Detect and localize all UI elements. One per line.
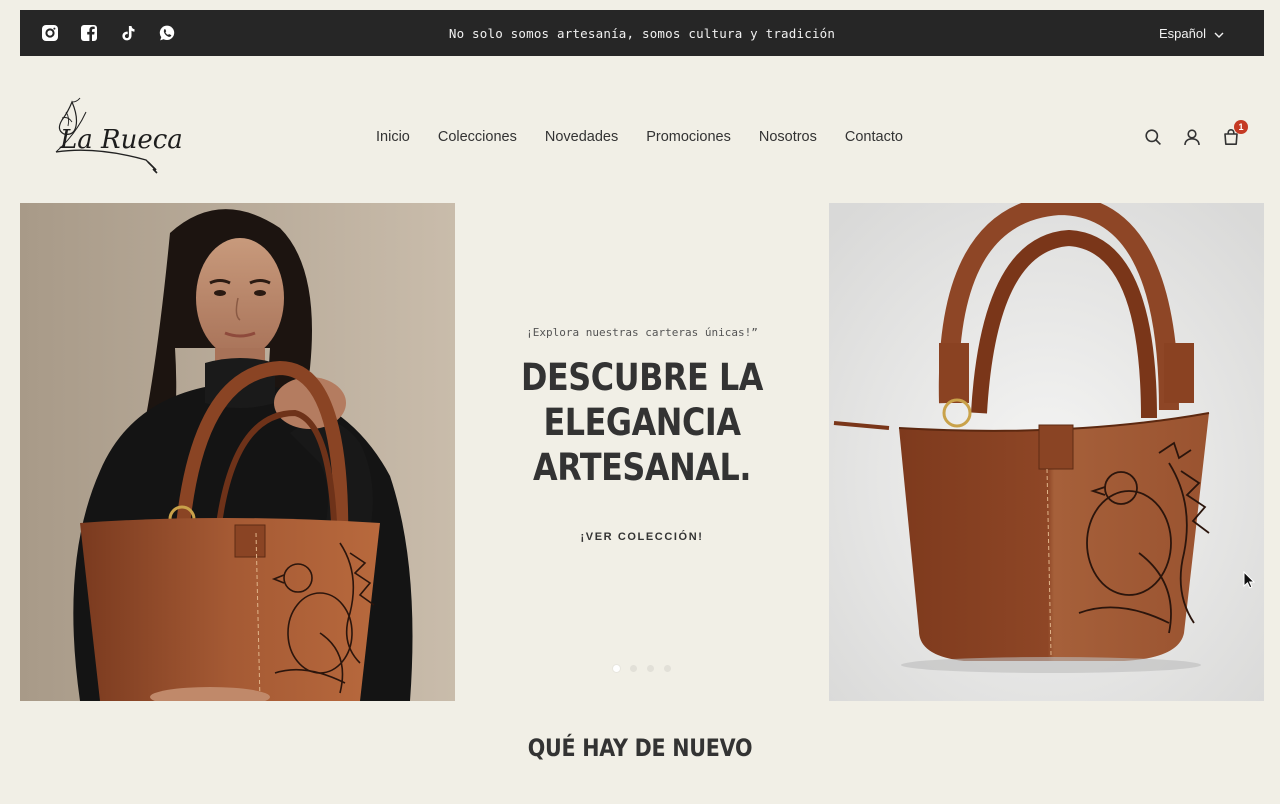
whatsapp-icon[interactable] — [157, 23, 177, 43]
search-icon[interactable] — [1143, 128, 1162, 147]
main-nav: Inicio Colecciones Novedades Promociones… — [376, 124, 903, 150]
hero-image-bag — [829, 203, 1264, 701]
tiktok-icon[interactable] — [118, 23, 138, 43]
header-actions: 1 — [1143, 119, 1248, 150]
hero-banner: ¡Explora nuestras carteras únicas!” DESC… — [455, 203, 829, 701]
view-collection-button[interactable]: ¡VER COLECCIÓN! — [455, 531, 829, 543]
hero-eyebrow: ¡Explora nuestras carteras únicas!” — [526, 326, 758, 339]
mouse-cursor-icon — [1243, 570, 1256, 594]
nav-item-colecciones[interactable]: Colecciones — [438, 129, 517, 145]
cart-icon[interactable]: 1 — [1221, 119, 1248, 147]
section-title-new: QUÉ HAY DE NUEVO — [527, 734, 753, 762]
social-links — [40, 10, 177, 56]
account-icon[interactable] — [1182, 128, 1201, 147]
slider-dot-2[interactable] — [630, 665, 637, 672]
nav-item-novedades[interactable]: Novedades — [545, 129, 618, 145]
slider-dots — [455, 665, 829, 672]
nav-item-contacto[interactable]: Contacto — [845, 129, 903, 145]
cart-count-badge: 1 — [1234, 119, 1248, 134]
instagram-icon[interactable] — [40, 23, 60, 43]
brand-logo[interactable]: La Rueca — [52, 94, 184, 180]
hero-headline: DESCUBRE LA ELEGANCIA ARTESANAL. — [520, 356, 764, 489]
slider-dot-3[interactable] — [647, 665, 654, 672]
announcement-text: No solo somos artesanía, somos cultura y… — [448, 25, 836, 41]
language-selector[interactable]: Español — [1159, 10, 1224, 56]
hero-image-model — [20, 203, 455, 701]
facebook-icon[interactable] — [79, 23, 99, 43]
slider-dot-4[interactable] — [664, 665, 671, 672]
chevron-down-icon — [1214, 26, 1224, 41]
nav-item-promociones[interactable]: Promociones — [646, 129, 731, 145]
nav-item-nosotros[interactable]: Nosotros — [759, 129, 817, 145]
nav-item-inicio[interactable]: Inicio — [376, 129, 410, 145]
language-label: Español — [1159, 25, 1206, 41]
slider-dot-1[interactable] — [613, 665, 620, 672]
announcement-bar: No solo somos artesanía, somos cultura y… — [20, 10, 1264, 56]
